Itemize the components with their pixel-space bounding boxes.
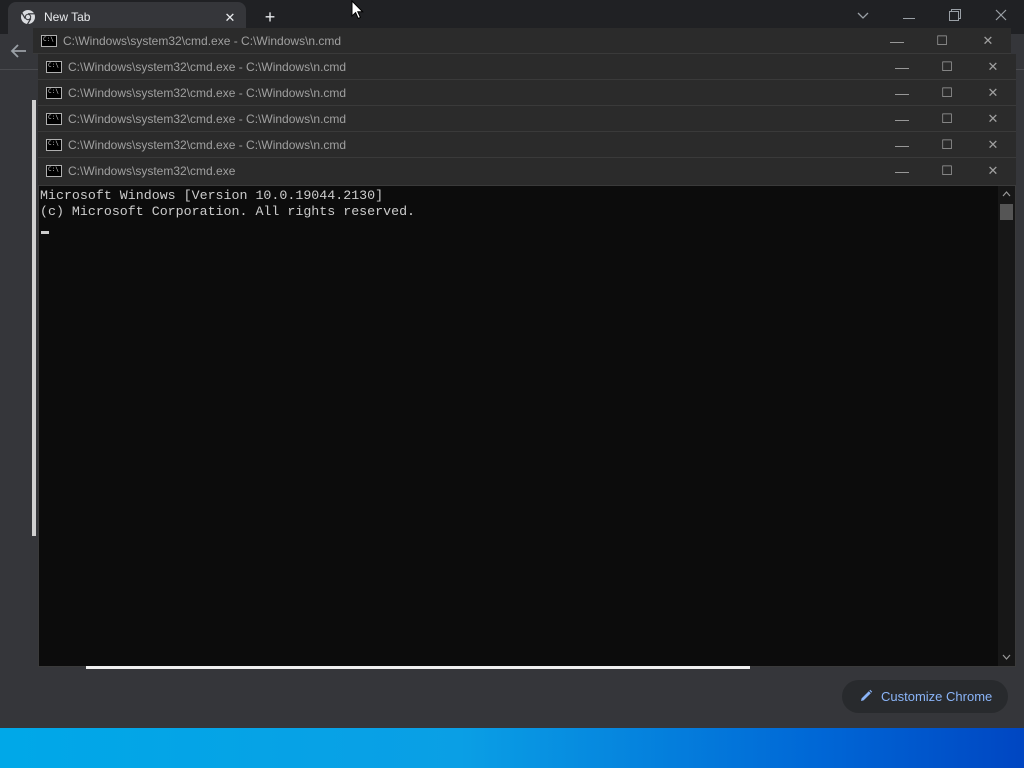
scroll-down-arrow-icon[interactable] [998, 652, 1015, 664]
horizontal-divider [86, 666, 750, 669]
scroll-up-arrow-icon[interactable] [998, 189, 1015, 201]
cmd-minimize-button[interactable]: — [890, 56, 914, 78]
cmd-close-button[interactable]: ✕ [981, 108, 1005, 130]
chrome-close-button[interactable] [987, 4, 1015, 26]
chrome-restore-button[interactable] [941, 4, 969, 26]
taskbar [0, 728, 1024, 768]
cmd-icon [41, 35, 57, 47]
pencil-icon [861, 689, 873, 701]
cmd-window-title: C:\Windows\system32\cmd.exe [68, 164, 236, 178]
cmd-maximize-button[interactable]: ☐ [935, 134, 959, 156]
cmd-close-button[interactable]: ✕ [981, 160, 1005, 182]
cmd-maximize-button[interactable]: ☐ [935, 108, 959, 130]
chrome-minimize-button[interactable] [895, 4, 923, 26]
tab-title: New Tab [44, 10, 91, 24]
new-tab-button[interactable]: + [258, 6, 282, 28]
cmd-window-titlebar-active[interactable]: C:\Windows\system32\cmd.exe — ☐ ✕ [38, 158, 1016, 186]
cmd-minimize-button[interactable]: — [890, 134, 914, 156]
console-area[interactable]: Microsoft Windows [Version 10.0.19044.21… [38, 186, 1016, 667]
customize-chrome-label: Customize Chrome [881, 689, 993, 704]
cmd-window-titlebar[interactable]: C:\Windows\system32\cmd.exe - C:\Windows… [38, 80, 1016, 106]
cmd-window-titlebar[interactable]: C:\Windows\system32\cmd.exe - C:\Windows… [33, 28, 1011, 54]
cmd-window-title: C:\Windows\system32\cmd.exe - C:\Windows… [68, 86, 347, 100]
cmd-window-titlebar[interactable]: C:\Windows\system32\cmd.exe - C:\Windows… [38, 132, 1016, 158]
console-line: (c) Microsoft Corporation. All rights re… [40, 204, 416, 219]
scroll-thumb[interactable] [1000, 204, 1013, 220]
cmd-close-button[interactable]: ✕ [981, 82, 1005, 104]
cmd-minimize-button[interactable]: — [890, 82, 914, 104]
customize-chrome-button[interactable]: Customize Chrome [842, 680, 1008, 713]
cmd-close-button[interactable]: ✕ [981, 134, 1005, 156]
cmd-window-title: C:\Windows\system32\cmd.exe - C:\Windows… [68, 112, 347, 126]
cmd-icon [46, 87, 62, 99]
cmd-minimize-button[interactable]: — [890, 160, 914, 182]
cmd-window-title: C:\Windows\system32\cmd.exe - C:\Windows… [63, 34, 342, 48]
cmd-icon [46, 113, 62, 125]
tab-search-chevron-icon[interactable] [849, 4, 877, 26]
cmd-close-button[interactable]: ✕ [981, 56, 1005, 78]
cmd-window-title: C:\Windows\system32\cmd.exe - C:\Windows… [68, 138, 347, 152]
cmd-maximize-button[interactable]: ☐ [935, 160, 959, 182]
back-arrow-icon[interactable] [10, 42, 32, 64]
console-cursor [41, 231, 49, 234]
console-line: Microsoft Windows [Version 10.0.19044.21… [40, 188, 384, 203]
tab-close-icon[interactable]: ✕ [220, 8, 240, 28]
desktop: New Tab ✕ + Customize Chrome C:\ C:\Wind… [0, 0, 1024, 768]
cmd-window-titlebar[interactable]: C:\Windows\system32\cmd.exe - C:\Windows… [38, 54, 1016, 80]
cmd-maximize-button[interactable]: ☐ [935, 56, 959, 78]
chrome-logo-icon [21, 10, 35, 25]
cmd-close-button[interactable]: ✕ [976, 30, 1000, 52]
cmd-icon [46, 165, 62, 177]
cmd-maximize-button[interactable]: ☐ [935, 82, 959, 104]
console-scrollbar[interactable] [998, 186, 1015, 666]
cmd-icon [46, 61, 62, 73]
cmd-window-titlebar[interactable]: C:\Windows\system32\cmd.exe - C:\Windows… [38, 106, 1016, 132]
cmd-window-title: C:\Windows\system32\cmd.exe - C:\Windows… [68, 60, 347, 74]
ntp-background-edge [32, 100, 36, 536]
mouse-pointer-icon [351, 0, 364, 20]
cmd-minimize-button[interactable]: — [885, 30, 909, 52]
cmd-maximize-button[interactable]: ☐ [930, 30, 954, 52]
cmd-icon [46, 139, 62, 151]
cmd-minimize-button[interactable]: — [890, 108, 914, 130]
